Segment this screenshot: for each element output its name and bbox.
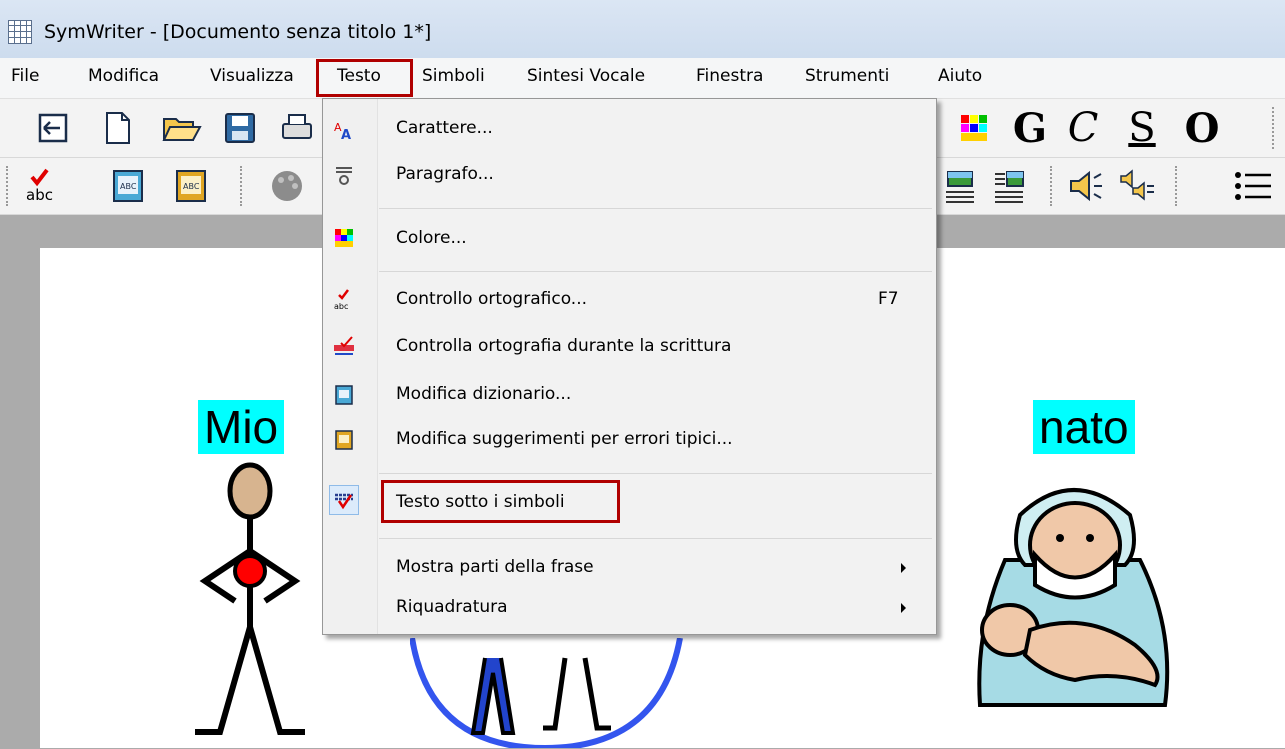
menu-file[interactable]: File	[11, 66, 39, 86]
save-icon[interactable]	[223, 112, 257, 144]
menu-item-paragrafo[interactable]: Paragrafo...	[396, 164, 494, 184]
menu-aiuto[interactable]: Aiuto	[938, 66, 982, 86]
menu-item-controlla-ortografia-scrittura[interactable]: Controlla ortografia durante la scrittur…	[396, 336, 731, 356]
color-palette-icon	[333, 227, 355, 249]
outline-button[interactable]: O	[1180, 104, 1224, 152]
italic-button[interactable]: C	[1063, 104, 1103, 152]
toolbar-grip[interactable]	[1050, 166, 1055, 206]
testo-dropdown-menu: AA Carattere... Paragrafo... Colore... a…	[322, 98, 937, 635]
spellcheck-icon[interactable]: abc	[22, 167, 60, 205]
menu-modifica[interactable]: Modifica	[88, 66, 159, 86]
menu-separator	[379, 271, 932, 272]
bold-button[interactable]: G	[1005, 104, 1055, 152]
mio-symbol-image	[195, 462, 305, 735]
paragraph-icon	[333, 165, 355, 187]
shortcut-f7: F7	[878, 289, 899, 309]
underline-button[interactable]: S	[1122, 104, 1162, 152]
nato-symbol-image	[977, 488, 1170, 707]
menu-simboli[interactable]: Simboli	[422, 66, 485, 86]
window-title: SymWriter - [Documento senza titolo 1*]	[44, 21, 432, 43]
open-folder-icon[interactable]	[162, 112, 202, 144]
menu-finestra[interactable]: Finestra	[696, 66, 763, 86]
svg-text:ABC: ABC	[183, 182, 200, 191]
menu-item-colore[interactable]: Colore...	[396, 228, 467, 248]
menu-item-modifica-suggerimenti[interactable]: Modifica suggerimenti per errori tipici.…	[396, 429, 733, 449]
svg-text:A: A	[341, 128, 351, 141]
middle-symbol-image	[410, 638, 683, 748]
svg-text:abc: abc	[26, 186, 53, 204]
submenu-arrow-icon	[901, 563, 906, 573]
menu-item-carattere[interactable]: Carattere...	[396, 118, 493, 138]
text-color-icon[interactable]	[958, 112, 990, 144]
palette-icon[interactable]	[268, 167, 306, 205]
menu-bar: File Modifica Visualizza Testo Simboli S…	[0, 58, 1285, 149]
dictionary-icon[interactable]: ABC	[110, 167, 146, 205]
suggestions-icon	[333, 429, 355, 451]
suggestions-dictionary-icon[interactable]: ABC	[173, 167, 209, 205]
symwriter-app-icon[interactable]	[8, 20, 32, 44]
menu-strumenti[interactable]: Strumenti	[805, 66, 889, 86]
menu-separator	[379, 538, 932, 539]
toolbar-grip[interactable]	[240, 166, 245, 206]
title-bar: SymWriter - [Documento senza titolo 1*]	[0, 0, 1285, 58]
submenu-arrow-icon	[901, 603, 906, 613]
print-icon[interactable]	[280, 112, 314, 144]
menu-separator	[379, 208, 932, 209]
menu-separator	[379, 473, 932, 474]
menu-item-modifica-dizionario[interactable]: Modifica dizionario...	[396, 384, 571, 404]
exit-icon[interactable]	[37, 112, 69, 144]
toolbar-grip[interactable]	[1272, 107, 1277, 149]
svg-text:ABC: ABC	[120, 182, 137, 191]
svg-text:abc: abc	[334, 302, 348, 311]
menu-sintesi-vocale[interactable]: Sintesi Vocale	[527, 66, 645, 86]
speak-settings-icon[interactable]	[1118, 167, 1158, 205]
bullet-list-icon[interactable]	[1232, 167, 1272, 205]
toolbar-grip[interactable]	[1175, 166, 1180, 206]
spellcheck-icon: abc	[333, 289, 355, 311]
font-icon: AA	[333, 119, 355, 141]
symbol-word-mio[interactable]: Mio	[198, 400, 285, 454]
dictionary-icon	[333, 384, 355, 406]
picture-above-text-icon[interactable]	[943, 167, 977, 205]
toolbar-grip[interactable]	[6, 166, 11, 206]
menu-visualizza[interactable]: Visualizza	[210, 66, 294, 86]
text-below-symbols-icon	[333, 489, 355, 511]
live-spellcheck-icon	[333, 336, 355, 358]
picture-beside-text-icon[interactable]	[992, 167, 1026, 205]
menu-item-controllo-ortografico[interactable]: Controllo ortografico...	[396, 289, 587, 309]
testo-sotto-simboli-highlight-box	[381, 480, 620, 523]
menu-item-riquadratura[interactable]: Riquadratura	[396, 597, 508, 617]
testo-highlight-box	[316, 59, 413, 97]
new-document-icon[interactable]	[104, 110, 132, 146]
symbol-word-nato[interactable]: nato	[1033, 400, 1135, 454]
speak-icon[interactable]	[1066, 167, 1106, 205]
menu-item-mostra-parti-frase[interactable]: Mostra parti della frase	[396, 557, 594, 577]
